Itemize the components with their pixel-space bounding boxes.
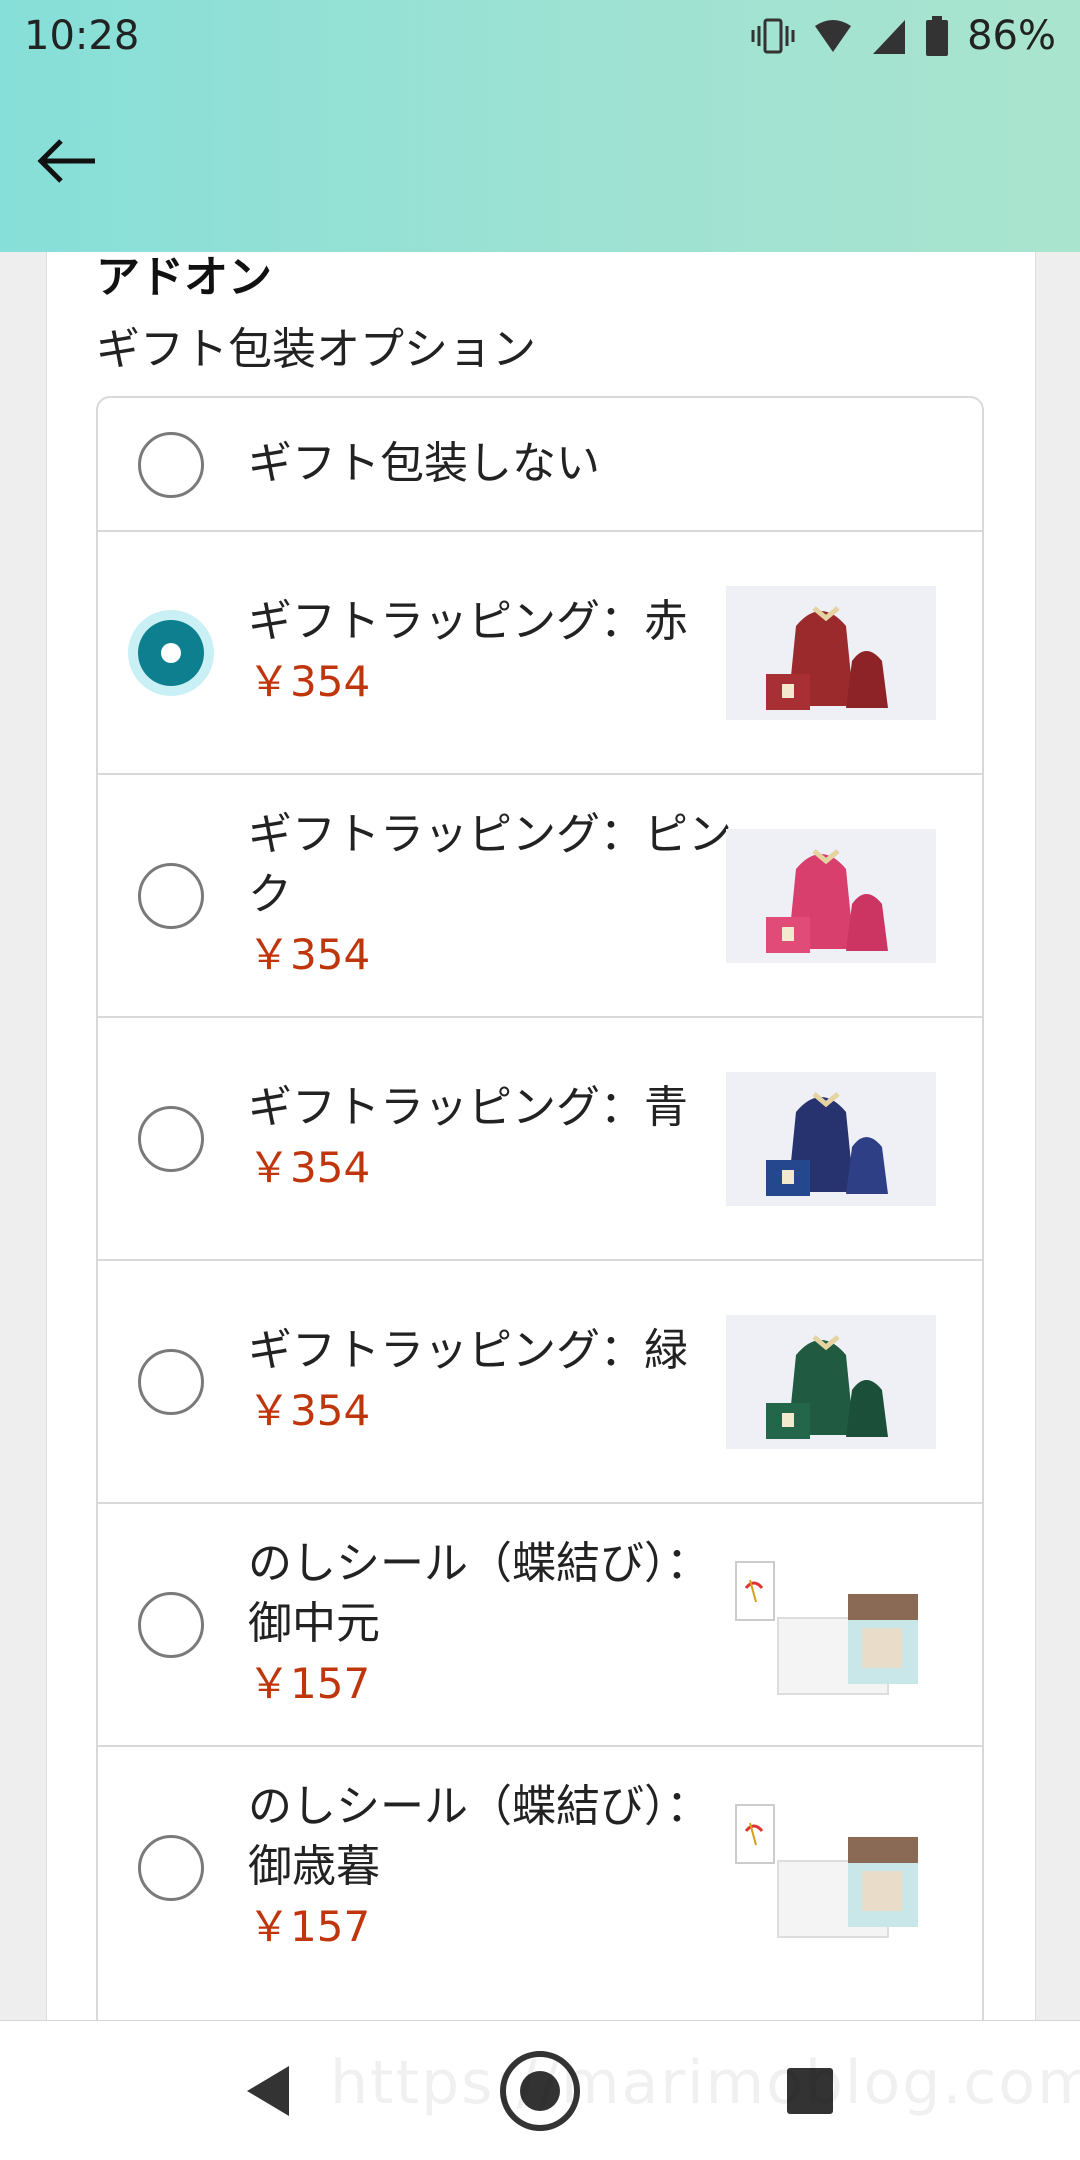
noshi-seal-icon bbox=[726, 1801, 936, 1951]
option-label: のしシール（蝶結び）：御歳暮 bbox=[248, 1781, 710, 1892]
option-gift-wrap-red[interactable]: ギフトラッピング：赤 ￥354 bbox=[98, 532, 982, 775]
option-label: のしシール（蝶結び）：御中元 bbox=[248, 1538, 710, 1649]
radio-button[interactable] bbox=[138, 432, 204, 498]
noshi-seal-icon bbox=[726, 1558, 936, 1708]
gift-bag-blue-icon bbox=[726, 1072, 936, 1206]
option-price: ￥157 bbox=[248, 1902, 371, 1951]
gift-bag-red-icon bbox=[726, 586, 936, 720]
radio-button[interactable] bbox=[138, 1592, 204, 1658]
status-bar: 10:28 86% bbox=[0, 0, 1080, 72]
battery-icon bbox=[925, 15, 949, 57]
gift-options-list: ギフト包装しない ギフトラッピング：赤 ￥354 ギフトラッピング：ピンク ￥3… bbox=[96, 396, 984, 1992]
vibrate-icon bbox=[751, 16, 795, 56]
watermark: https://marimoblog.com bbox=[330, 2048, 1080, 2118]
triangle-back-icon bbox=[247, 2066, 289, 2116]
radio-button[interactable] bbox=[138, 863, 204, 929]
radio-button[interactable] bbox=[138, 1349, 204, 1415]
status-time: 10:28 bbox=[24, 13, 140, 59]
option-label: ギフトラッピング：赤 bbox=[248, 596, 688, 647]
option-no-gift-wrap[interactable]: ギフト包装しない bbox=[98, 398, 982, 532]
option-noshi-ochugen[interactable]: のしシール（蝶結び）：御中元 ￥157 bbox=[98, 1504, 982, 1747]
option-noshi-oseibo[interactable]: のしシール（蝶結び）：御歳暮 ￥157 bbox=[98, 1747, 982, 1990]
wifi-icon bbox=[813, 16, 853, 56]
option-gift-wrap-green[interactable]: ギフトラッピング：緑 ￥354 bbox=[98, 1261, 982, 1504]
back-button[interactable] bbox=[24, 124, 110, 198]
app-header: 10:28 86% bbox=[0, 0, 1080, 252]
option-label: ギフトラッピング：緑 bbox=[248, 1325, 688, 1376]
option-price: ￥157 bbox=[248, 1659, 371, 1708]
gift-wrap-options-label: ギフト包装オプション bbox=[96, 324, 536, 375]
option-label: ギフトラッピング：青 bbox=[248, 1082, 688, 1133]
battery-percent: 86% bbox=[967, 13, 1056, 59]
option-label: ギフトラッピング：ピンク bbox=[248, 809, 732, 920]
option-price: ￥354 bbox=[248, 1143, 371, 1192]
option-gift-wrap-pink[interactable]: ギフトラッピング：ピンク ￥354 bbox=[98, 775, 982, 1018]
status-icons: 86% bbox=[751, 13, 1056, 59]
section-title: アドオン bbox=[96, 252, 272, 303]
signal-icon bbox=[871, 16, 907, 56]
nav-back-button[interactable] bbox=[188, 2021, 348, 2160]
gift-bag-green-icon bbox=[726, 1315, 936, 1449]
radio-button[interactable] bbox=[138, 1835, 204, 1901]
arrow-left-icon bbox=[37, 139, 95, 183]
radio-button-selected[interactable] bbox=[138, 620, 204, 686]
option-label: ギフト包装しない bbox=[248, 438, 600, 489]
gift-bag-pink-icon bbox=[726, 829, 936, 963]
radio-button[interactable] bbox=[138, 1106, 204, 1172]
option-price: ￥354 bbox=[248, 657, 371, 706]
options-list-continuation bbox=[96, 1988, 984, 2020]
option-price: ￥354 bbox=[248, 1386, 371, 1435]
option-gift-wrap-blue[interactable]: ギフトラッピング：青 ￥354 bbox=[98, 1018, 982, 1261]
screen: 10:28 86% アドオン ギフト包装オプション ギフト包装しない ギフトラッ… bbox=[0, 0, 1080, 2160]
option-price: ￥354 bbox=[248, 930, 371, 979]
